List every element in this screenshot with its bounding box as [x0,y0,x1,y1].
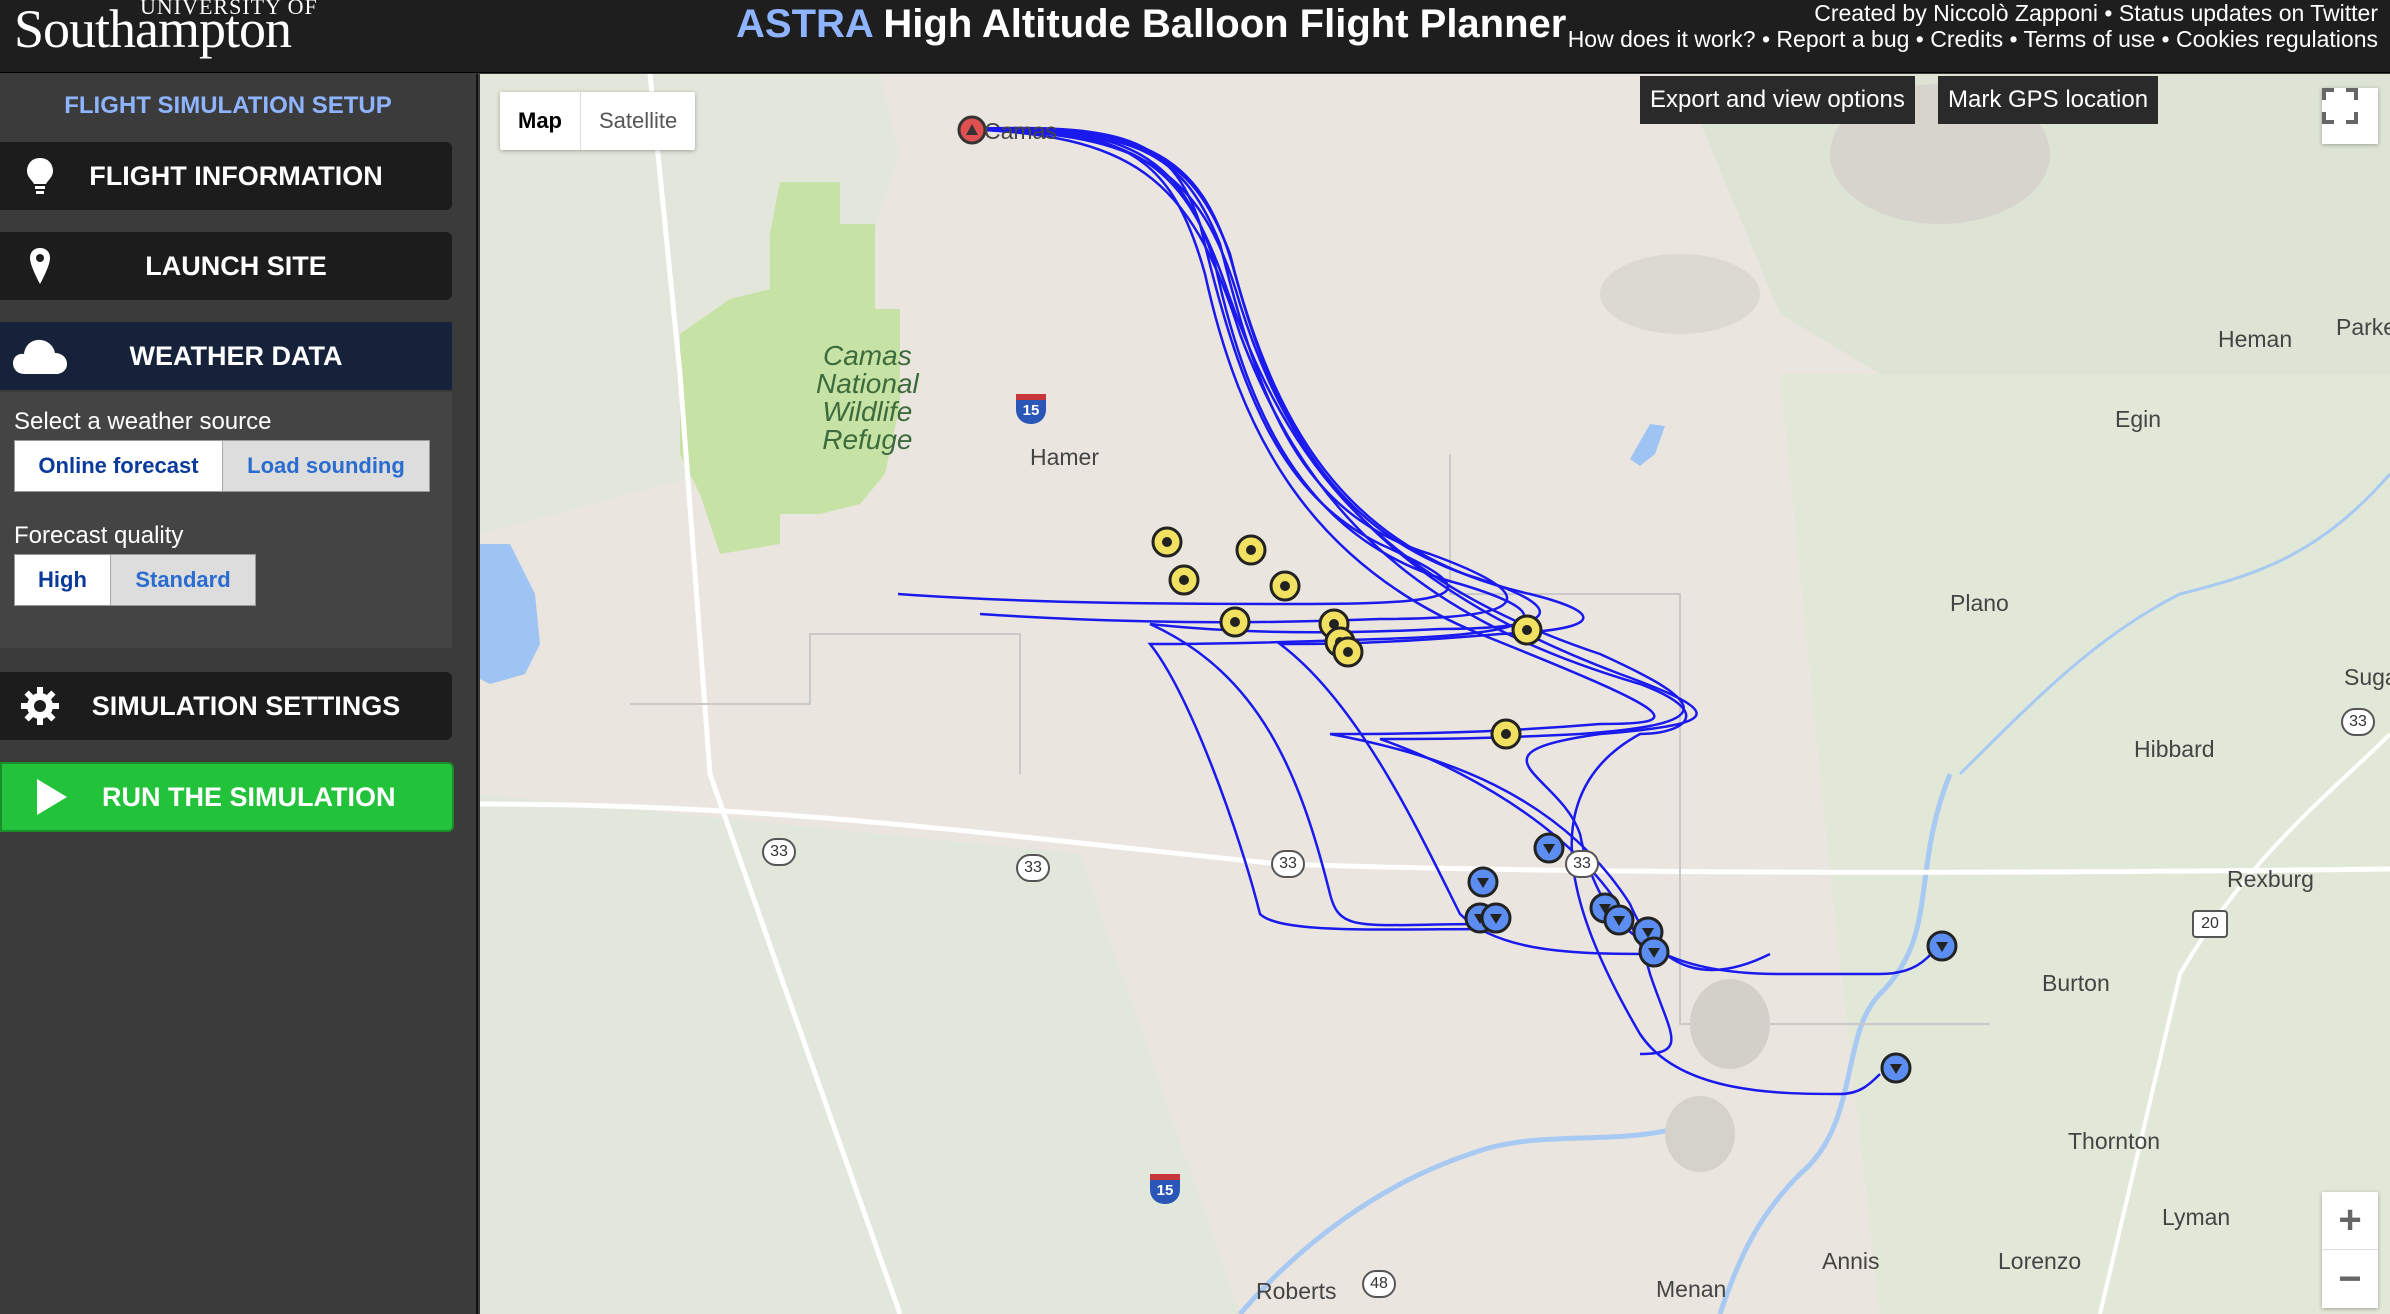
sidebar: FLIGHT SIMULATION SETUP FLIGHT INFORMATI… [0,74,478,1314]
lightbulb-icon [0,142,80,210]
weather-data-label: WEATHER DATA [129,340,343,371]
weather-panel: Select a weather source Online forecast … [0,392,452,648]
weather-source-label: Select a weather source [14,408,272,435]
burst-marker-dot[interactable] [1522,625,1532,635]
simulation-settings-label: SIMULATION SETTINGS [91,690,401,721]
fullscreen-button[interactable] [2322,88,2378,144]
quality-high-option[interactable]: High [15,555,111,605]
weather-data-button[interactable]: WEATHER DATA [0,322,452,390]
burst-marker-dot[interactable] [1230,617,1240,627]
launch-site-label: LAUNCH SITE [145,250,327,281]
place-menan: Menan [1656,1276,1727,1302]
map-type-map[interactable]: Map [500,92,581,150]
route-shield: 33 [2341,708,2375,736]
place-sugar: Suga [2344,664,2390,690]
burst-marker-dot[interactable] [1280,581,1290,591]
place-lyman: Lyman [2162,1204,2231,1230]
cloud-icon [0,322,80,390]
mountain [1600,254,1760,334]
flight-track [959,127,1661,956]
export-view-options-button[interactable]: Export and view options [1640,76,1915,124]
header-credits-line[interactable]: Created by Niccolò Zapponi • Status upda… [1568,0,2378,26]
logo-southampton[interactable]: Southampton [14,2,292,56]
route-shield: 20 [2192,910,2228,938]
map-type-satellite[interactable]: Satellite [581,92,695,150]
zoom-control: + − [2322,1192,2378,1308]
interstate-shield: 15 [1016,394,1046,424]
route-shield: 33 [1271,850,1305,878]
terrain-patch [480,794,1240,1314]
mark-gps-location-button[interactable]: Mark GPS location [1938,76,2159,124]
place-plano: Plano [1950,590,2009,616]
flight-track [959,127,1526,931]
zoom-out-button[interactable]: − [2322,1250,2378,1308]
butte [1690,979,1770,1069]
app-title: ASTRA High Altitude Balloon Flight Plann… [736,2,1566,47]
quality-standard-option[interactable]: Standard [111,555,255,605]
place-roberts: Roberts [1256,1278,1337,1304]
setup-title: FLIGHT SIMULATION SETUP [64,92,392,119]
burst-marker-dot[interactable] [1179,575,1189,585]
place-parker: Parke [2336,314,2390,340]
launch-site-button[interactable]: LAUNCH SITE [0,232,452,300]
zoom-in-button[interactable]: + [2322,1192,2378,1250]
burst-marker-dot[interactable] [1246,545,1256,555]
place-thornton: Thornton [2068,1128,2161,1154]
butte [1665,1096,1735,1172]
online-forecast-option[interactable]: Online forecast [15,441,223,491]
simulation-settings-button[interactable]: SIMULATION SETTINGS [0,672,452,740]
header-links: Created by Niccolò Zapponi • Status upda… [1568,0,2378,52]
weather-source-toggle: Online forecast Load sounding [14,440,430,492]
place-camas: Camas [984,118,1057,144]
place-rexburg: Rexburg [2227,866,2314,892]
terrain-patch [1780,374,2390,1314]
forecast-quality-label: Forecast quality [14,522,184,549]
interstate-shield: 15 [1150,1174,1180,1204]
route-shield: 33 [762,838,796,866]
route-shield: 33 [1016,854,1050,882]
place-egin: Egin [2115,406,2162,432]
header-links-line[interactable]: How does it work? • Report a bug • Credi… [1568,26,2378,52]
flight-information-button[interactable]: FLIGHT INFORMATION [0,142,452,210]
run-simulation-button[interactable]: RUN THE SIMULATION [0,762,454,832]
flight-track [959,127,1542,927]
app-header: UNIVERSITY OF Southampton ASTRA High Alt… [0,0,2390,73]
app-title-rest: High Altitude Balloon Flight Planner [883,2,1567,46]
place-hibbard: Hibbard [2134,736,2215,762]
route-shield: 48 [1362,1270,1396,1298]
county-line [630,633,1021,774]
gear-icon [0,672,80,740]
app-title-astra: ASTRA [736,2,873,46]
run-simulation-label: RUN THE SIMULATION [102,781,396,812]
lake [480,544,540,684]
place-annis: Annis [1822,1248,1880,1274]
burst-marker-dot[interactable] [1501,729,1511,739]
load-sounding-option[interactable]: Load sounding [223,441,429,491]
place-burton: Burton [2042,970,2110,996]
place-lorenzo: Lorenzo [1998,1248,2082,1274]
fullscreen-icon [2322,88,2358,124]
place-heman: Heman [2218,326,2293,352]
refuge-label: Camas National Wildlife Refuge [816,340,919,455]
burst-marker-dot[interactable] [1162,537,1172,547]
route-shield: 33 [1565,850,1599,878]
place-hamer: Hamer [1030,444,1100,470]
map-pin-icon [0,232,80,300]
map-type-control: Map Satellite [500,92,696,150]
forecast-quality-toggle: High Standard [14,554,256,606]
flight-information-label: FLIGHT INFORMATION [89,160,383,191]
play-icon [2,777,102,817]
map-canvas[interactable]: 15 15 33 33 33 33 33 20 48 Camas Nationa… [480,74,2390,1314]
burst-marker-dot[interactable] [1343,647,1353,657]
pond [1630,424,1665,466]
